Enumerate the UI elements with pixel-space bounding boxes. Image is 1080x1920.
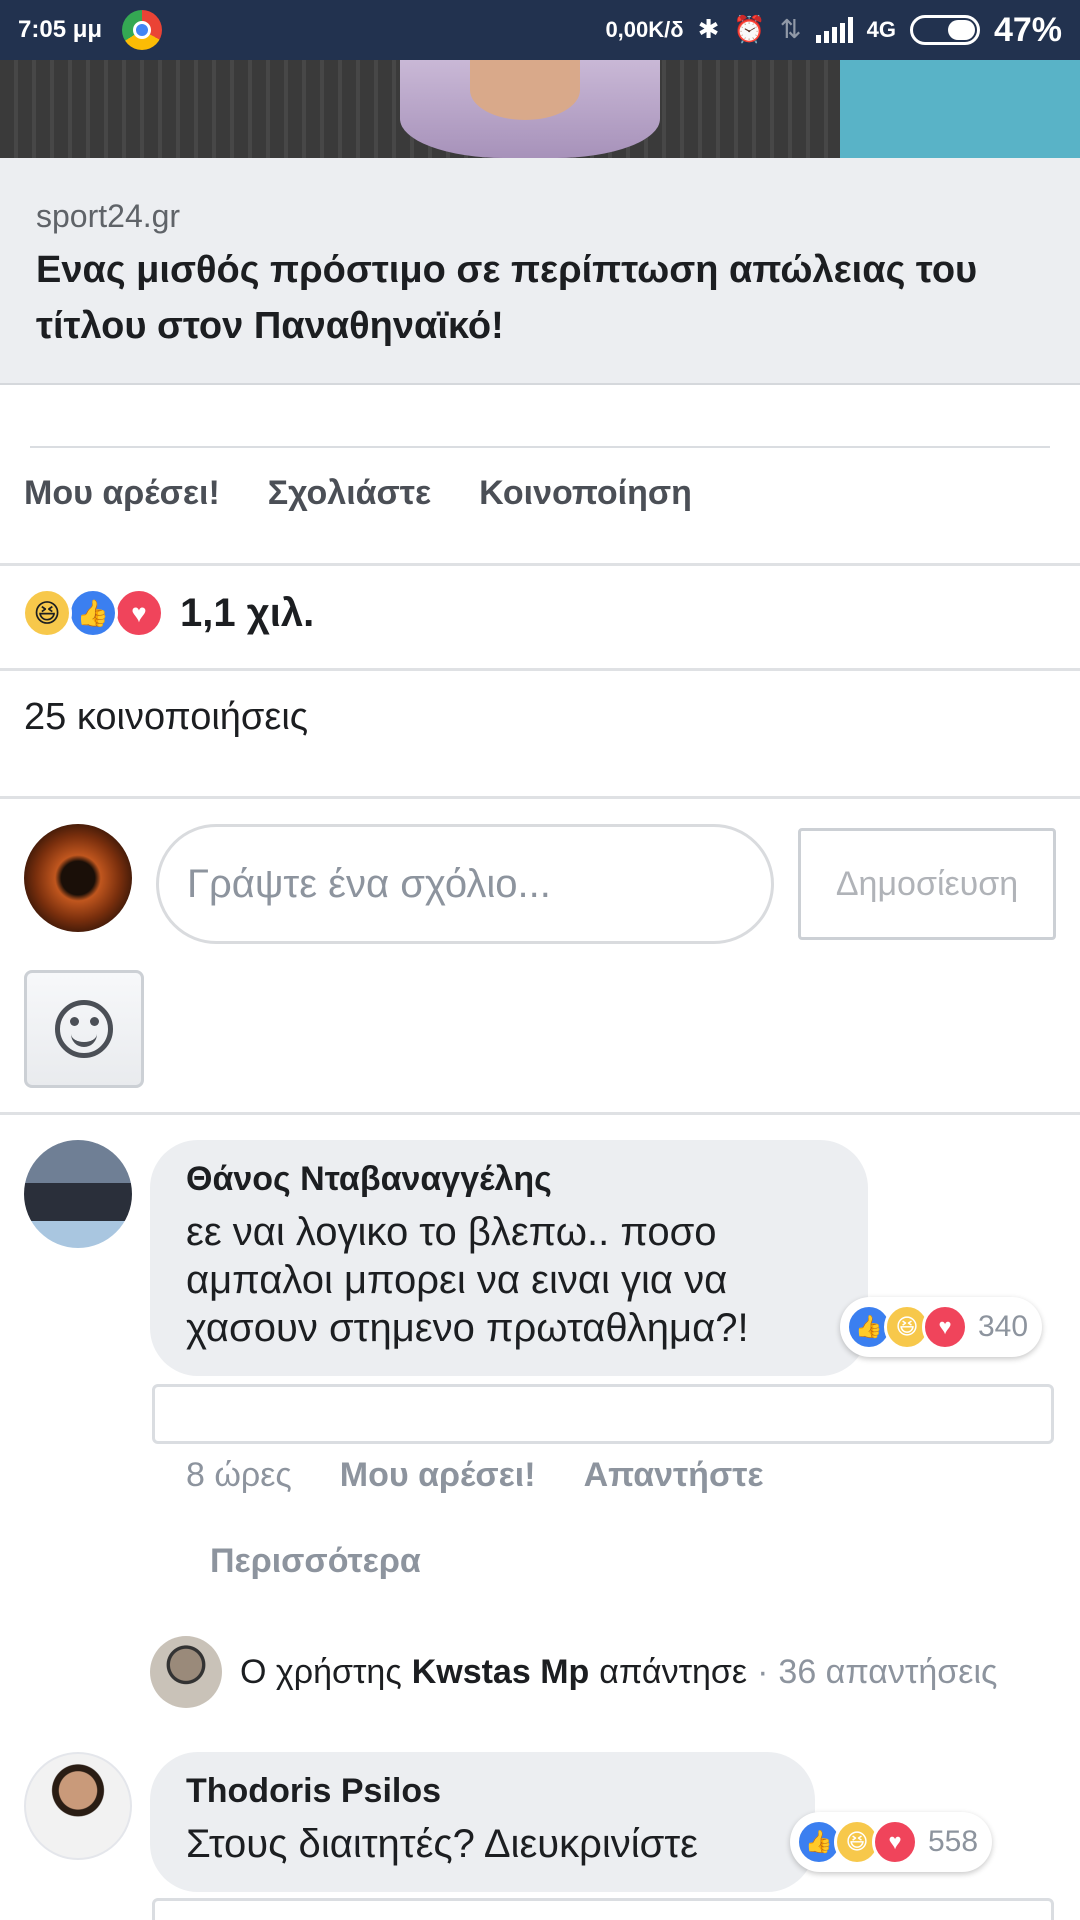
more-button[interactable]: Περισσότερα — [210, 1542, 421, 1581]
commenter-avatar[interactable] — [24, 1752, 132, 1860]
data-transfer-icon: ⇅ — [779, 15, 802, 45]
replies-separator: · — [757, 1652, 769, 1691]
comment-text: Στους διαιτητές? Διευκρινίστε — [186, 1822, 698, 1866]
replier-name: Kwstas Mp — [411, 1652, 590, 1691]
comment-time: 8 ώρες — [186, 1456, 292, 1494]
reply-input[interactable] — [152, 1898, 1054, 1920]
haha-reaction-icon: 😆 — [22, 588, 72, 638]
status-time: 7:05 μμ — [18, 16, 103, 43]
shares-count[interactable]: 25 κοινοποιήσεις — [24, 696, 308, 739]
current-user-avatar — [24, 824, 132, 932]
link-domain: sport24.gr — [36, 198, 181, 234]
comment-button[interactable]: Σχολιάστε — [268, 474, 431, 513]
comment-reactions-count: 558 — [928, 1825, 979, 1858]
divider — [0, 796, 1080, 799]
signal-icon — [815, 17, 853, 43]
commenter-avatar[interactable] — [24, 1140, 132, 1248]
status-right: 0,00K/δ ✱ ⏰ ⇅ 4G 47% — [605, 11, 1062, 50]
divider — [0, 1112, 1080, 1115]
comment-meta: 8 ώρες Μου αρέσει! Απαντήστε — [186, 1456, 764, 1495]
network-type: 4G — [866, 17, 896, 42]
love-reaction-icon: ♥ — [114, 588, 164, 638]
like-button[interactable]: Μου αρέσει! — [24, 474, 220, 513]
comment-reactions[interactable]: 👍 😆 ♥ 558 — [790, 1812, 993, 1872]
emoji-button[interactable] — [24, 970, 144, 1088]
network-speed: 0,00K/δ — [605, 17, 684, 42]
reactions-count: 1,1 χιλ. — [180, 590, 315, 635]
battery-percent: 47% — [993, 10, 1062, 49]
comment-reply-button[interactable]: Απαντήστε — [584, 1456, 764, 1495]
divider — [0, 668, 1080, 671]
comment-author[interactable]: Thodoris Psilos — [186, 1770, 779, 1812]
bluetooth-icon: ✱ — [697, 15, 720, 45]
comment-bubble: Thodoris Psilos Στους διαιτητές? Διευκρι… — [150, 1752, 815, 1892]
alarm-icon: ⏰ — [733, 15, 766, 45]
replies-count: 36 απαντήσεις — [778, 1652, 998, 1691]
chrome-icon — [122, 10, 163, 50]
comment-reactions[interactable]: 👍 😆 ♥ 340 — [840, 1297, 1043, 1357]
replier-avatar — [150, 1636, 222, 1708]
image-neck — [470, 60, 580, 120]
comment-reactions-count: 340 — [978, 1310, 1029, 1343]
comment-input[interactable]: Γράψτε ένα σχόλιο... — [156, 824, 774, 944]
replies-verb: απάντησε — [599, 1652, 748, 1691]
post-actions: Μου αρέσει! Σχολιάστε Κοινοποίηση — [24, 474, 692, 513]
divider — [30, 446, 1050, 448]
love-reaction-icon: ♥ — [922, 1304, 968, 1350]
comment-bubble: Θάνος Νταβαναγγέλης εε ναι λογικο το βλε… — [150, 1140, 868, 1376]
love-reaction-icon: ♥ — [872, 1819, 918, 1865]
comment-author[interactable]: Θάνος Νταβαναγγέλης — [186, 1158, 832, 1200]
replies-prefix: Ο χρήστης — [240, 1652, 402, 1691]
like-reaction-icon: 👍 — [68, 588, 118, 638]
link-title: Ενας μισθός πρόστιμο σε περίπτωση απώλει… — [36, 249, 978, 347]
comment-text: εε ναι λογικο το βλεπω.. ποσο αμπαλοι μπ… — [186, 1210, 749, 1350]
link-preview[interactable]: sport24.gr Ενας μισθός πρόστιμο σε περίπ… — [0, 158, 1080, 385]
replies-summary[interactable]: Ο χρήστης Kwstas Mp απάντησε · 36 απαντή… — [150, 1636, 997, 1708]
divider — [0, 563, 1080, 566]
share-button[interactable]: Κοινοποίηση — [479, 474, 692, 513]
smiley-icon — [55, 1000, 113, 1058]
status-bar: 7:05 μμ 0,00K/δ ✱ ⏰ ⇅ 4G 47% — [0, 0, 1080, 60]
battery-icon — [909, 15, 980, 45]
comment-like-button[interactable]: Μου αρέσει! — [340, 1456, 536, 1495]
reactions-summary[interactable]: 😆 👍 ♥ 1,1 χιλ. — [22, 588, 314, 638]
reply-input[interactable] — [152, 1384, 1054, 1444]
article-image[interactable] — [0, 60, 1080, 158]
post-button[interactable]: Δημοσίευση — [798, 828, 1056, 940]
